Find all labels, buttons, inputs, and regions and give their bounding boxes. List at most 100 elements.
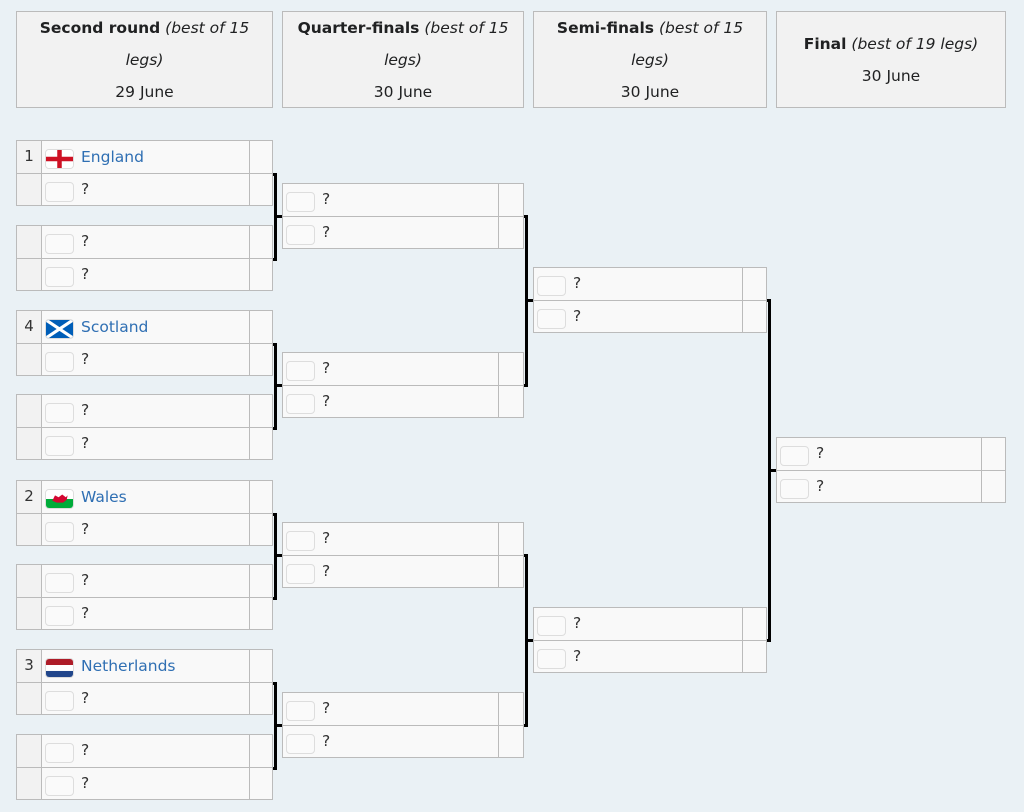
team-row: ?: [282, 384, 524, 418]
seed-cell: [17, 565, 42, 597]
placeholder-flag-icon: [45, 775, 74, 796]
score-cell: [249, 311, 272, 343]
team-link[interactable]: Wales: [81, 487, 127, 507]
placeholder-flag-icon: [286, 361, 315, 381]
round-header-final: Final (best of 19 legs) 30 June: [776, 11, 1006, 108]
team-tbd: ?: [322, 359, 331, 377]
team-link[interactable]: England: [81, 147, 144, 167]
team-name-cell: ?: [534, 268, 742, 300]
round-name: Final: [803, 34, 847, 53]
team-name-cell: Scotland: [42, 311, 249, 343]
seed-cell: [17, 682, 42, 714]
team-tbd: ?: [81, 741, 90, 759]
round-header-quarter-finals: Quarter-finals (best of 15 legs) 30 June: [282, 11, 524, 108]
team-name-cell: ?: [42, 683, 249, 715]
team-tbd: ?: [81, 773, 90, 792]
score-cell: [249, 650, 272, 682]
seed-cell: [17, 343, 42, 375]
team-tbd: ?: [81, 179, 90, 198]
round-date: 30 June: [373, 82, 433, 101]
wales-flag-icon: [45, 489, 74, 509]
team-row: ?: [776, 437, 1006, 471]
score-cell: [249, 226, 272, 258]
team-name-cell: ?: [283, 556, 498, 588]
seed-cell: [17, 427, 42, 459]
round-date: 29 June: [115, 82, 174, 101]
seed-cell: [17, 767, 42, 799]
team-row: ?: [533, 639, 767, 673]
team-tbd: ?: [81, 571, 90, 589]
team-tbd: ?: [573, 274, 582, 292]
team-tbd: ?: [573, 614, 582, 632]
score-cell: [498, 693, 523, 725]
team-tbd: ?: [81, 401, 90, 419]
team-link[interactable]: Netherlands: [81, 656, 175, 676]
score-cell: [249, 395, 272, 427]
team-tbd: ?: [322, 699, 331, 717]
team-row: ?: [282, 352, 524, 386]
round-name: Quarter-finals: [297, 18, 420, 37]
round-name: Semi-finals: [556, 18, 655, 37]
team-name-cell: ?: [283, 523, 498, 555]
placeholder-flag-icon: [45, 181, 74, 202]
bracket-connector: [525, 299, 533, 302]
score-cell: [249, 565, 272, 597]
team-name-cell: ?: [42, 344, 249, 376]
score-cell: [498, 216, 523, 248]
team-tbd: ?: [573, 306, 582, 325]
seed-cell: [17, 597, 42, 629]
placeholder-flag-icon: [45, 605, 74, 626]
round-format: (best of 19 legs): [851, 34, 979, 53]
team-name-cell: ?: [534, 608, 742, 640]
bracket-connector: [525, 639, 533, 642]
match: 3 Netherlands?: [16, 649, 273, 715]
seed-cell: [17, 173, 42, 205]
match: ??: [16, 734, 273, 800]
bracket-connector: [274, 554, 282, 557]
score-cell: [249, 682, 272, 714]
placeholder-flag-icon: [537, 308, 566, 329]
team-name-cell: ?: [42, 395, 249, 427]
team-tbd: ?: [322, 190, 331, 208]
team-row: 3 Netherlands: [16, 649, 273, 683]
team-row: ?: [16, 512, 273, 546]
placeholder-flag-icon: [286, 733, 315, 754]
seed-cell: 4: [17, 311, 42, 343]
team-row: ?: [16, 564, 273, 598]
bracket-connector: [273, 258, 277, 261]
team-row: ?: [533, 607, 767, 641]
team-tbd: ?: [322, 391, 331, 410]
placeholder-flag-icon: [537, 616, 566, 636]
score-cell: [981, 438, 1005, 470]
score-cell: [498, 523, 523, 555]
team-name-cell: ?: [42, 428, 249, 460]
team-tbd: ?: [322, 561, 331, 580]
placeholder-flag-icon: [286, 531, 315, 551]
round-header-second-round: Second round (best of 15 legs) 29 June: [16, 11, 273, 108]
score-cell: [249, 597, 272, 629]
score-cell: [249, 481, 272, 513]
team-name-cell: ?: [534, 301, 742, 333]
team-row: ?: [533, 267, 767, 301]
match: 2 Wales?: [16, 480, 273, 546]
bracket-connector: [274, 384, 282, 387]
netherlands-flag-icon: [45, 658, 74, 678]
placeholder-flag-icon: [286, 701, 315, 721]
team-link[interactable]: Scotland: [81, 317, 148, 337]
placeholder-flag-icon: [45, 690, 74, 711]
score-cell: [498, 385, 523, 417]
team-row: ?: [16, 342, 273, 376]
bracket-connector: [273, 767, 277, 770]
bracket-connector: [768, 469, 776, 472]
score-cell: [249, 767, 272, 799]
match: ??: [282, 183, 524, 249]
score-cell: [742, 300, 766, 332]
score-cell: [498, 184, 523, 216]
team-tbd: ?: [816, 476, 825, 495]
score-cell: [249, 513, 272, 545]
team-tbd: ?: [81, 264, 90, 283]
score-cell: [249, 258, 272, 290]
team-tbd: ?: [81, 349, 90, 368]
placeholder-flag-icon: [780, 478, 809, 499]
placeholder-flag-icon: [45, 403, 74, 423]
